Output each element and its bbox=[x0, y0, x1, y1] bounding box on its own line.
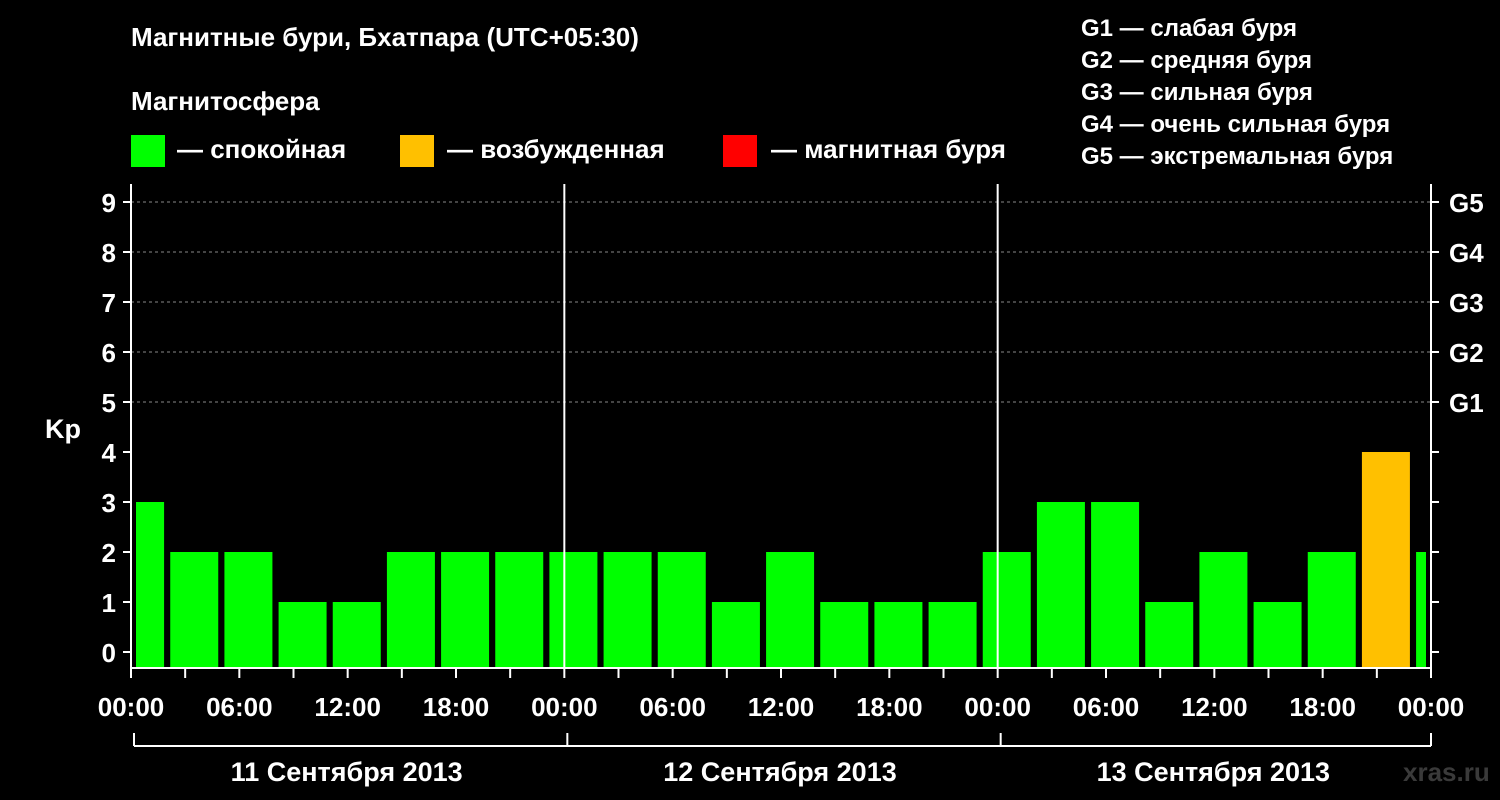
x-tick-label-10: 12:00 bbox=[1181, 692, 1248, 722]
y2-tick-label-G5: G5 bbox=[1449, 188, 1484, 218]
y-tick-label-3: 3 bbox=[102, 488, 116, 518]
x-tick-label-11: 18:00 bbox=[1289, 692, 1356, 722]
y2-tick-label-G2: G2 bbox=[1449, 338, 1484, 368]
chart-labels: 0 1 2 3 4 5 6 7 8 9 G1 G2 G3 G4 G5 Kp 00:00 06:00 12:00 18:… bbox=[45, 188, 1484, 787]
bar-21 bbox=[1253, 602, 1302, 668]
bar-22 bbox=[1307, 552, 1356, 668]
kp-bar-chart: 0 1 2 3 4 5 6 7 8 9 G1 G2 G3 G4 G5 Kp 00:00 06:00 12:00 18:… bbox=[45, 184, 1484, 787]
chart-bars bbox=[136, 452, 1426, 668]
y2-tick-label-G3: G3 bbox=[1449, 288, 1484, 318]
x-tick-label-12: 00:00 bbox=[1398, 692, 1465, 722]
bar-6 bbox=[441, 552, 490, 668]
y2-tick-label-G1: G1 bbox=[1449, 388, 1484, 418]
x-tick-label-6: 12:00 bbox=[748, 692, 815, 722]
bar-17 bbox=[1036, 502, 1085, 668]
bar-5 bbox=[386, 552, 435, 668]
bar-23 bbox=[1361, 452, 1410, 668]
bar-18 bbox=[1091, 502, 1140, 668]
day-label-0: 11 Сентября 2013 bbox=[231, 757, 463, 787]
bar-3 bbox=[278, 602, 327, 668]
y-tick-label-9: 9 bbox=[102, 188, 116, 218]
x-tick-label-7: 18:00 bbox=[856, 692, 923, 722]
bar-20 bbox=[1199, 552, 1248, 668]
chart-gridlines bbox=[131, 201, 1431, 403]
x-tick-label-8: 00:00 bbox=[964, 692, 1031, 722]
y2-tick-label-G4: G4 bbox=[1449, 238, 1484, 268]
x-tick-label-2: 12:00 bbox=[314, 692, 381, 722]
day-label-1: 12 Сентября 2013 bbox=[663, 757, 896, 787]
bar-16 bbox=[982, 552, 1031, 668]
y-tick-label-5: 5 bbox=[102, 388, 116, 418]
y-tick-label-6: 6 bbox=[102, 338, 116, 368]
bar-11 bbox=[711, 602, 760, 668]
x-tick-label-5: 06:00 bbox=[639, 692, 706, 722]
bar-13 bbox=[820, 602, 869, 668]
bar-9 bbox=[603, 552, 652, 668]
y-tick-label-2: 2 bbox=[102, 538, 116, 568]
bar-1 bbox=[170, 552, 219, 668]
bar-10 bbox=[657, 552, 706, 668]
bar-8 bbox=[549, 552, 598, 668]
y-tick-label-0: 0 bbox=[102, 638, 116, 668]
y-tick-label-1: 1 bbox=[102, 588, 116, 618]
bar-15 bbox=[928, 602, 977, 668]
y-tick-label-8: 8 bbox=[102, 238, 116, 268]
watermark: xras.ru bbox=[1403, 757, 1490, 787]
bar-7 bbox=[495, 552, 544, 668]
x-tick-label-0: 00:00 bbox=[98, 692, 165, 722]
y-tick-label-7: 7 bbox=[102, 288, 116, 318]
bar-2 bbox=[224, 552, 273, 668]
y-tick-label-4: 4 bbox=[102, 438, 117, 468]
bar-14 bbox=[874, 602, 923, 668]
x-tick-label-9: 06:00 bbox=[1073, 692, 1140, 722]
bar-12 bbox=[766, 552, 815, 668]
bar-4 bbox=[332, 602, 381, 668]
day-label-2: 13 Сентября 2013 bbox=[1097, 757, 1330, 787]
x-tick-label-4: 00:00 bbox=[531, 692, 598, 722]
y-axis-label: Kp bbox=[45, 414, 81, 444]
x-tick-label-1: 06:00 bbox=[206, 692, 273, 722]
x-tick-label-3: 18:00 bbox=[423, 692, 490, 722]
bar-19 bbox=[1145, 602, 1194, 668]
bar-0 bbox=[136, 502, 165, 668]
bar-24 bbox=[1416, 552, 1426, 668]
